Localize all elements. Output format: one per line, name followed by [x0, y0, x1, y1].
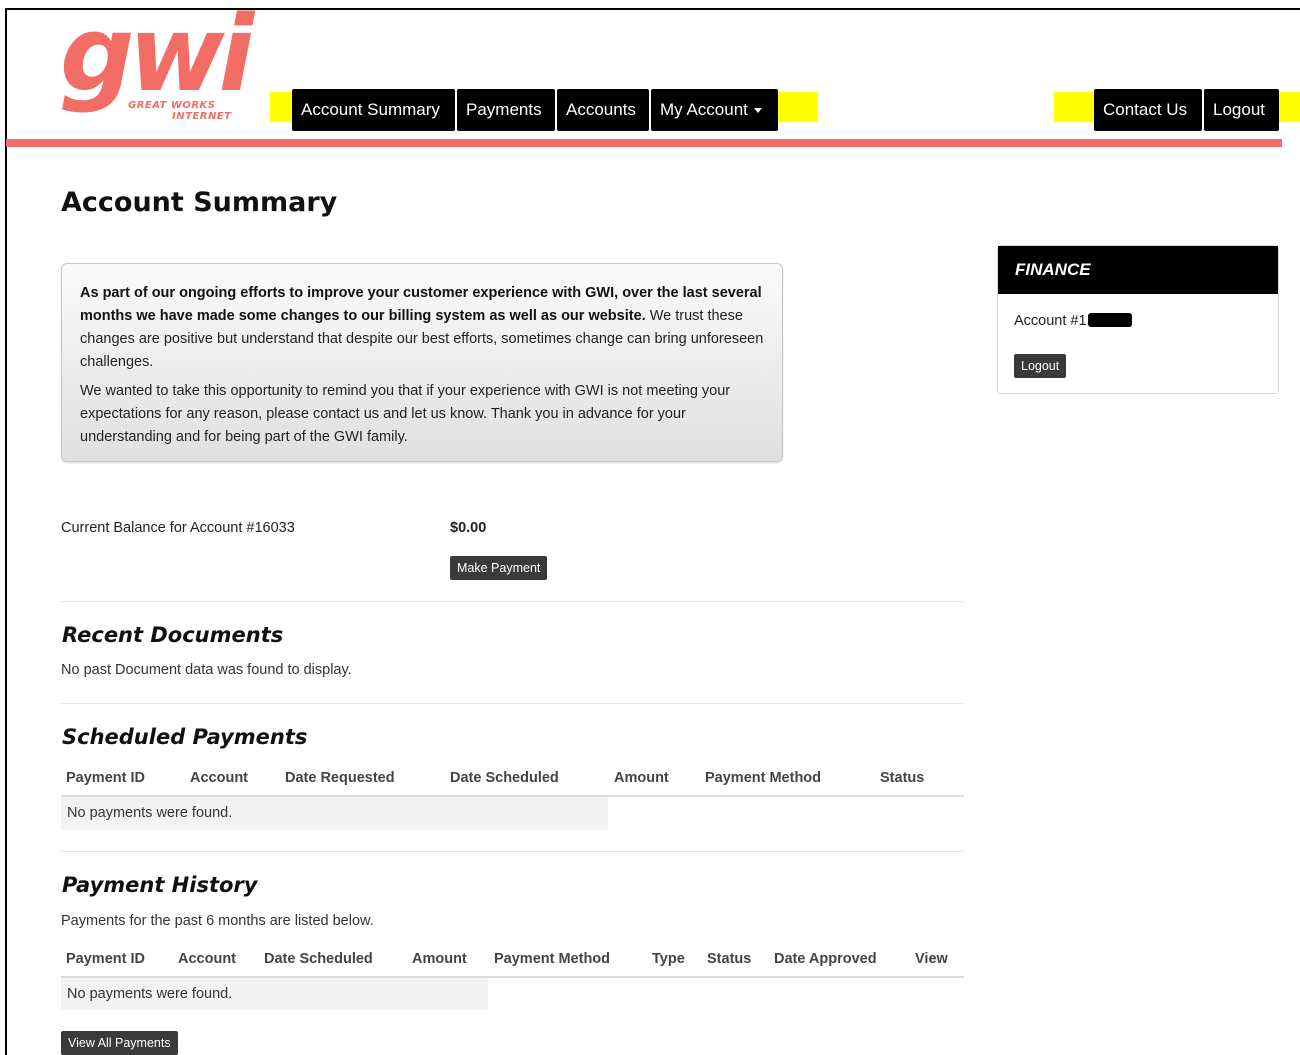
- sidebar-logout-button[interactable]: Logout: [1014, 354, 1067, 378]
- section-divider: [61, 601, 964, 602]
- nav-contact-us-label: Contact Us: [1103, 100, 1188, 119]
- nav-payments[interactable]: Payments: [457, 89, 555, 131]
- scheduled-col-account[interactable]: Account: [190, 770, 248, 786]
- section-divider: [61, 851, 964, 852]
- nav-my-account-dropdown[interactable]: My Account: [651, 89, 778, 131]
- recent-documents-heading: Recent Documents: [62, 623, 284, 647]
- gwi-logo[interactable]: gwi GREAT WORKS INTERNET: [60, 2, 260, 125]
- nav-accounts[interactable]: Accounts: [557, 89, 649, 131]
- history-col-status[interactable]: Status: [707, 951, 751, 967]
- history-col-amount[interactable]: Amount: [412, 951, 467, 967]
- redaction-mark: [1087, 313, 1132, 327]
- history-empty-row: No payments were found.: [61, 978, 488, 1010]
- sidebar-account-number: Account #1: [1014, 313, 1132, 329]
- nav-account-summary[interactable]: Account Summary: [292, 89, 455, 131]
- nav-contact-us[interactable]: Contact Us: [1094, 89, 1202, 131]
- recent-documents-empty: No past Document data was found to displ…: [61, 662, 352, 678]
- view-all-payments-button[interactable]: View All Payments: [61, 1031, 178, 1055]
- balance-label: Current Balance for Account #16033: [61, 520, 295, 536]
- nav-logout-label: Logout: [1213, 100, 1265, 119]
- payment-history-heading: Payment History: [62, 873, 258, 897]
- history-col-date-scheduled[interactable]: Date Scheduled: [264, 951, 373, 967]
- header-accent-bar: [6, 139, 1282, 147]
- sidebar-account-label: Account #1: [1014, 313, 1087, 329]
- history-col-type[interactable]: Type: [652, 951, 685, 967]
- history-col-payment-method[interactable]: Payment Method: [494, 951, 610, 967]
- scheduled-col-payment-method[interactable]: Payment Method: [705, 770, 821, 786]
- logo-wordmark: gwi: [60, 0, 254, 115]
- scheduled-empty-row: No payments were found.: [61, 797, 608, 830]
- notice-panel: As part of our ongoing efforts to improv…: [61, 263, 783, 462]
- highlight-mark: [270, 92, 292, 122]
- page-title: Account Summary: [61, 187, 338, 218]
- highlight-mark: [778, 92, 818, 122]
- scheduled-payments-heading: Scheduled Payments: [62, 725, 308, 749]
- scheduled-col-date-scheduled[interactable]: Date Scheduled: [450, 770, 559, 786]
- history-col-account[interactable]: Account: [178, 951, 236, 967]
- nav-account-summary-label: Account Summary: [301, 100, 440, 119]
- scheduled-col-date-requested[interactable]: Date Requested: [285, 770, 395, 786]
- nav-logout[interactable]: Logout: [1204, 89, 1279, 131]
- highlight-mark: [1279, 92, 1300, 122]
- logo-tagline-2: INTERNET: [172, 111, 232, 122]
- caret-down-icon: [753, 108, 762, 114]
- nav-accounts-label: Accounts: [566, 100, 636, 119]
- nav-payments-label: Payments: [466, 100, 542, 119]
- nav-my-account-label: My Account: [660, 100, 748, 119]
- scheduled-col-status[interactable]: Status: [880, 770, 924, 786]
- finance-panel: FINANCE Account #1 Logout: [997, 245, 1279, 394]
- notice-paragraph-1: As part of our ongoing efforts to improv…: [80, 282, 764, 374]
- payment-history-subtitle: Payments for the past 6 months are liste…: [61, 913, 374, 929]
- notice-paragraph-2: We wanted to take this opportunity to re…: [80, 383, 731, 445]
- finance-heading: FINANCE: [998, 246, 1278, 294]
- highlight-mark: [1054, 92, 1094, 122]
- section-divider: [61, 703, 964, 704]
- scheduled-col-payment-id[interactable]: Payment ID: [66, 770, 145, 786]
- logo-tagline-1: GREAT WORKS: [128, 100, 216, 111]
- balance-value: $0.00: [450, 520, 487, 536]
- make-payment-button[interactable]: Make Payment: [450, 556, 548, 580]
- history-col-date-approved[interactable]: Date Approved: [774, 951, 877, 967]
- history-col-view[interactable]: View: [915, 951, 948, 967]
- window-frame-left: [5, 8, 7, 1055]
- scheduled-col-amount[interactable]: Amount: [614, 770, 669, 786]
- history-col-payment-id[interactable]: Payment ID: [66, 951, 145, 967]
